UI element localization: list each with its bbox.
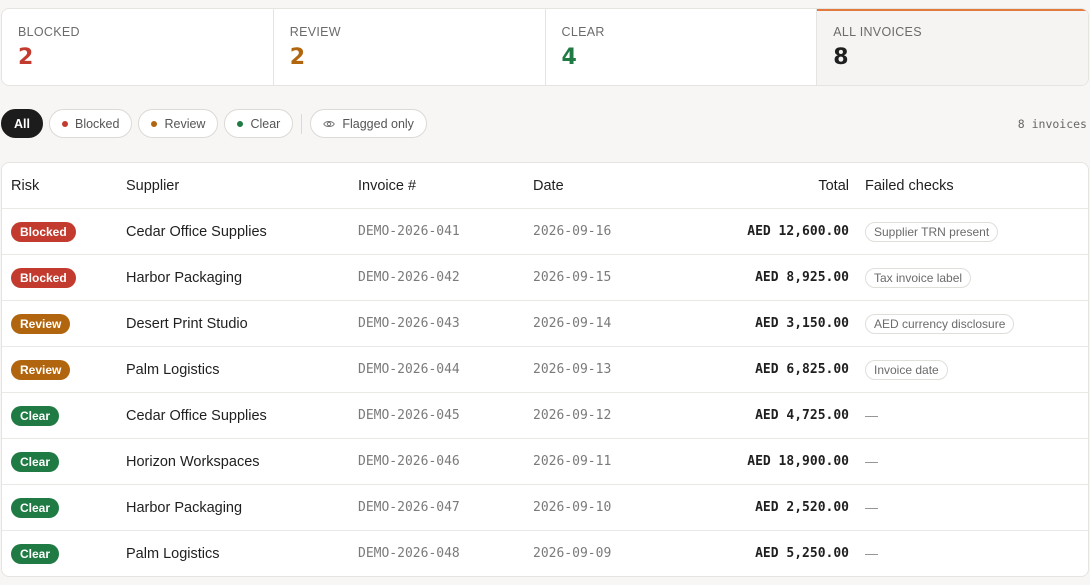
no-failed-checks: — <box>865 453 878 469</box>
no-failed-checks: — <box>865 407 878 423</box>
invoice-total: AED 12,600.00 <box>747 224 849 239</box>
review-dot-icon <box>151 120 158 127</box>
failed-check-tag: AED currency disclosure <box>865 313 1015 334</box>
table-header: Risk Supplier Invoice # Date Total Faile… <box>2 163 1088 208</box>
invoice-number[interactable]: DEMO-2026-047 <box>349 500 524 515</box>
table-row[interactable]: Clear Cedar Office Supplies DEMO-2026-04… <box>2 392 1088 438</box>
risk-badge: Blocked <box>11 267 76 288</box>
supplier-name: Harbor Packaging <box>126 269 243 286</box>
filter-review-button[interactable]: Review <box>138 109 219 138</box>
supplier-name: Cedar Office Supplies <box>126 223 267 240</box>
supplier-name: Palm Logistics <box>126 545 220 562</box>
invoice-count: 8 invoices <box>1017 116 1087 131</box>
invoice-number[interactable]: DEMO-2026-043 <box>349 316 524 331</box>
risk-badge: Clear <box>11 405 60 426</box>
summary-stats: BLOCKED 2 REVIEW 2 CLEAR 4 ALL INVOICES … <box>1 8 1089 86</box>
invoice-number[interactable]: DEMO-2026-045 <box>349 408 524 423</box>
invoice-date: 2026-09-12 <box>533 408 612 423</box>
filter-label: Blocked <box>74 116 120 131</box>
column-header-invoice[interactable]: Invoice # <box>349 178 524 194</box>
invoice-table: Risk Supplier Invoice # Date Total Faile… <box>1 162 1089 577</box>
stat-value: 2 <box>18 45 34 70</box>
table-row[interactable]: Clear Horizon Workspaces DEMO-2026-046 2… <box>2 438 1088 484</box>
stat-label: ALL INVOICES <box>833 25 922 39</box>
eye-icon <box>323 120 336 127</box>
blocked-dot-icon <box>61 120 68 127</box>
stat-value: 2 <box>289 45 306 70</box>
stat-clear[interactable]: CLEAR 4 <box>546 9 818 85</box>
filter-label: Review <box>164 116 206 131</box>
invoice-number[interactable]: DEMO-2026-041 <box>349 224 524 239</box>
failed-check-tag: Invoice date <box>865 359 948 380</box>
supplier-name: Cedar Office Supplies <box>126 407 267 424</box>
invoice-number[interactable]: DEMO-2026-042 <box>349 270 524 285</box>
invoice-date: 2026-09-14 <box>533 316 612 331</box>
column-header-failed-checks: Failed checks <box>865 177 954 194</box>
filter-label: Clear <box>250 116 281 131</box>
invoice-date: 2026-09-15 <box>533 270 612 285</box>
filter-divider <box>301 113 303 134</box>
clear-dot-icon <box>237 120 244 127</box>
failed-check-tag: Tax invoice label <box>865 267 972 288</box>
supplier-name: Harbor Packaging <box>126 499 243 516</box>
table-row[interactable]: Clear Harbor Packaging DEMO-2026-047 202… <box>2 484 1088 530</box>
invoice-total: AED 6,825.00 <box>755 362 849 377</box>
risk-badge: Clear <box>11 543 60 564</box>
invoice-total: AED 2,520.00 <box>755 500 849 515</box>
flagged-only-toggle[interactable]: Flagged only <box>310 109 427 138</box>
invoice-total: AED 4,725.00 <box>755 408 849 423</box>
stat-value: 8 <box>833 45 849 70</box>
filter-all-button[interactable]: All <box>1 109 43 138</box>
filter-label: All <box>14 116 30 131</box>
filter-clear-button[interactable]: Clear <box>224 109 294 138</box>
no-failed-checks: — <box>865 499 878 515</box>
stat-label: BLOCKED <box>18 25 80 39</box>
supplier-name: Palm Logistics <box>126 361 220 378</box>
supplier-name: Desert Print Studio <box>126 315 248 332</box>
stat-value: 4 <box>561 45 577 70</box>
table-row[interactable]: Blocked Harbor Packaging DEMO-2026-042 2… <box>2 254 1088 300</box>
invoice-number[interactable]: DEMO-2026-046 <box>349 454 524 469</box>
no-failed-checks: — <box>865 545 878 561</box>
filter-bar: All Blocked Review Clear Flagged only 8 … <box>1 109 1089 138</box>
supplier-name: Horizon Workspaces <box>126 453 260 470</box>
stat-label: CLEAR <box>561 25 605 39</box>
invoice-date: 2026-09-09 <box>533 546 612 561</box>
table-row[interactable]: Clear Palm Logistics DEMO-2026-048 2026-… <box>2 530 1088 576</box>
invoice-date: 2026-09-13 <box>533 362 612 377</box>
risk-badge: Blocked <box>11 221 76 242</box>
invoice-number[interactable]: DEMO-2026-044 <box>349 362 524 377</box>
risk-badge: Clear <box>11 497 60 518</box>
risk-badge: Review <box>11 359 71 380</box>
invoice-total: AED 3,150.00 <box>755 316 849 331</box>
invoice-date: 2026-09-10 <box>533 500 612 515</box>
invoice-total: AED 5,250.00 <box>755 546 849 561</box>
column-header-total[interactable]: Total <box>634 178 855 194</box>
filter-blocked-button[interactable]: Blocked <box>48 109 133 138</box>
failed-check-tag: Supplier TRN present <box>865 221 999 242</box>
column-header-supplier[interactable]: Supplier <box>117 178 349 194</box>
stat-blocked[interactable]: BLOCKED 2 <box>2 9 274 85</box>
invoice-total: AED 8,925.00 <box>755 270 849 285</box>
column-header-date[interactable]: Date <box>524 178 634 194</box>
table-row[interactable]: Blocked Cedar Office Supplies DEMO-2026-… <box>2 208 1088 254</box>
column-header-risk[interactable]: Risk <box>2 178 117 194</box>
table-row[interactable]: Review Palm Logistics DEMO-2026-044 2026… <box>2 346 1088 392</box>
invoice-date: 2026-09-16 <box>533 224 612 239</box>
risk-badge: Clear <box>11 451 60 472</box>
risk-badge: Review <box>11 313 71 334</box>
filter-label: Flagged only <box>342 116 414 131</box>
invoice-total: AED 18,900.00 <box>747 454 849 469</box>
stat-all-invoices[interactable]: ALL INVOICES 8 <box>817 9 1088 85</box>
invoice-date: 2026-09-11 <box>533 454 612 469</box>
stat-review[interactable]: REVIEW 2 <box>274 9 546 85</box>
table-row[interactable]: Review Desert Print Studio DEMO-2026-043… <box>2 300 1088 346</box>
invoice-number[interactable]: DEMO-2026-048 <box>349 546 524 561</box>
stat-label: REVIEW <box>289 25 341 39</box>
